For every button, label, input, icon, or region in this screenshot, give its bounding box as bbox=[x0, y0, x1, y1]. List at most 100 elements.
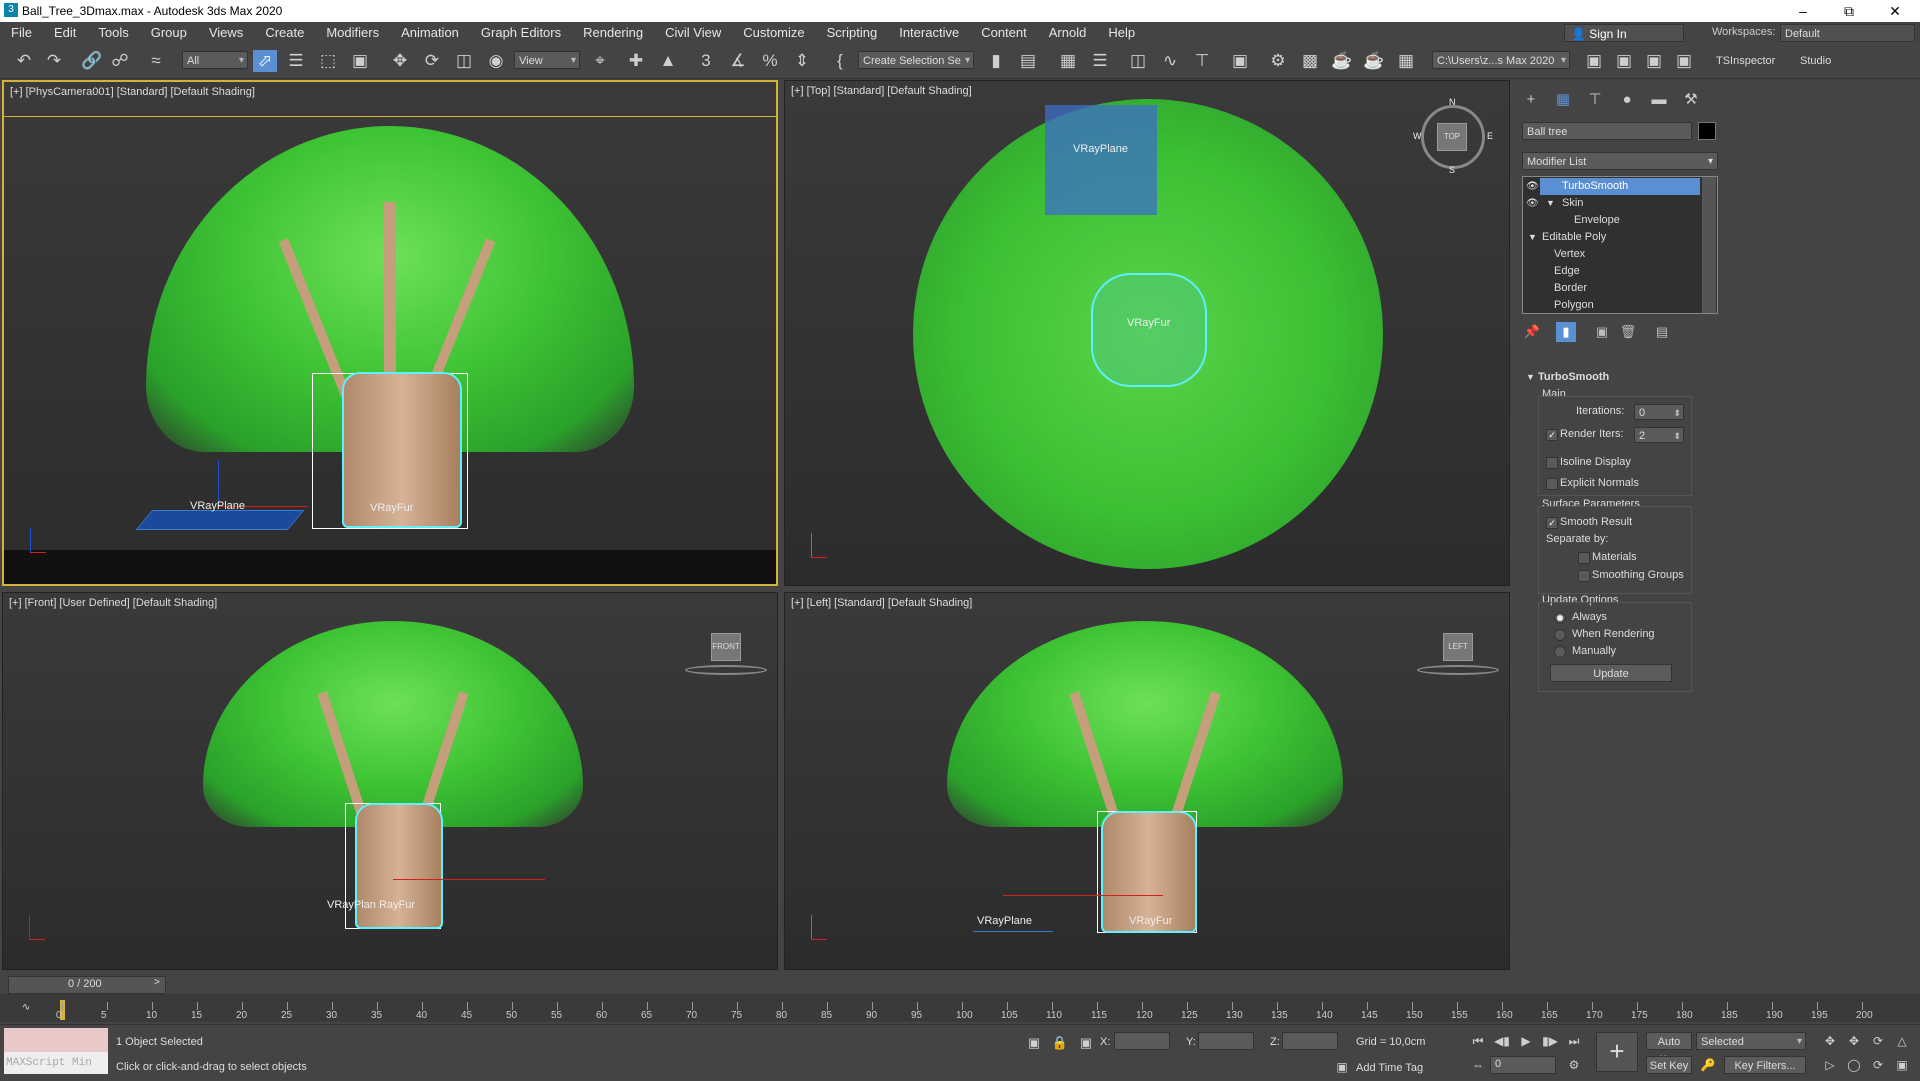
keyboard-shortcut-icon[interactable]: ▲ bbox=[656, 50, 680, 72]
viewcube[interactable]: TOP bbox=[1437, 123, 1467, 151]
menu-help[interactable]: Help bbox=[1097, 22, 1146, 44]
render-iters-spinner[interactable]: 2 bbox=[1634, 427, 1684, 444]
field-of-view-icon[interactable]: △ bbox=[1890, 1030, 1914, 1052]
container-open-icon[interactable]: ▣ bbox=[1612, 50, 1636, 72]
undo-icon[interactable]: ↶ bbox=[12, 50, 36, 72]
minimize-button[interactable]: – bbox=[1780, 0, 1826, 22]
make-unique-icon[interactable]: ▣ bbox=[1592, 322, 1612, 342]
menu-graph-editors[interactable]: Graph Editors bbox=[470, 22, 572, 44]
zoom-all-icon[interactable]: ✥ bbox=[1842, 1030, 1866, 1052]
container-update-icon[interactable]: ▣ bbox=[1672, 50, 1696, 72]
vrayplane-object[interactable] bbox=[1045, 105, 1157, 215]
viewport-front[interactable]: [+] [Front] [User Defined] [Default Shad… bbox=[2, 592, 778, 970]
restore-button[interactable]: ⧉ bbox=[1826, 0, 1872, 22]
menu-civil-view[interactable]: Civil View bbox=[654, 22, 732, 44]
stack-item-skin[interactable]: Skin bbox=[1562, 195, 1583, 212]
show-end-result-icon[interactable]: ▮ bbox=[1556, 322, 1576, 342]
window-crossing-icon[interactable]: ▣ bbox=[348, 50, 372, 72]
smooth-result-checkbox[interactable]: ✓ bbox=[1546, 517, 1558, 529]
play-icon[interactable]: ▶ bbox=[1514, 1030, 1538, 1052]
menu-modifiers[interactable]: Modifiers bbox=[315, 22, 390, 44]
scale-icon[interactable]: ◫ bbox=[452, 50, 476, 72]
key-filter-icon[interactable]: 🔑 bbox=[1696, 1054, 1720, 1076]
render-iterative-icon[interactable]: ☕ bbox=[1362, 50, 1386, 72]
modifier-list-dropdown[interactable]: Modifier List bbox=[1522, 152, 1718, 171]
vrayplane-object[interactable] bbox=[973, 931, 1053, 932]
isolate-selection-icon[interactable]: ▣ bbox=[1022, 1032, 1046, 1054]
pin-stack-icon[interactable]: 📌 bbox=[1522, 322, 1542, 342]
schematic-view-icon[interactable]: ⊤ bbox=[1190, 50, 1214, 72]
align-icon[interactable]: ▤ bbox=[1016, 50, 1040, 72]
stack-item-envelope[interactable]: Envelope bbox=[1574, 212, 1620, 229]
curve-editor-icon[interactable]: ∿ bbox=[1158, 50, 1182, 72]
key-mode-toggle-icon[interactable]: ⇔ bbox=[1466, 1054, 1490, 1076]
time-tag-icon[interactable]: ▣ bbox=[1330, 1056, 1354, 1078]
key-filters-button[interactable]: Key Filters... bbox=[1724, 1056, 1806, 1074]
zoom-icon[interactable]: ✥ bbox=[1818, 1030, 1842, 1052]
time-config-icon[interactable]: ⚙ bbox=[1562, 1054, 1586, 1076]
select-by-name-icon[interactable]: ☰ bbox=[284, 50, 308, 72]
utilities-tab-icon[interactable]: ⚒ bbox=[1680, 90, 1702, 110]
menu-interactive[interactable]: Interactive bbox=[888, 22, 970, 44]
update-manually-radio[interactable] bbox=[1554, 646, 1566, 658]
expand-arrow-icon[interactable]: ▼ bbox=[1528, 229, 1537, 246]
add-time-tag-button[interactable]: Add Time Tag bbox=[1356, 1062, 1423, 1074]
viewport-left[interactable]: [+] [Left] [Standard] [Default Shading] … bbox=[784, 592, 1510, 970]
expand-arrow-icon[interactable]: ▼ bbox=[1546, 195, 1555, 212]
menu-arnold[interactable]: Arnold bbox=[1038, 22, 1098, 44]
x-coord-field[interactable] bbox=[1114, 1032, 1170, 1050]
named-selection-dropdown[interactable]: Create Selection Se bbox=[858, 51, 974, 70]
rendered-frame-icon[interactable]: ▩ bbox=[1298, 50, 1322, 72]
z-coord-field[interactable] bbox=[1282, 1032, 1338, 1050]
tsinspector-button[interactable]: TSInspector bbox=[1716, 55, 1775, 67]
viewcube[interactable]: LEFT bbox=[1443, 633, 1473, 661]
update-always-radio[interactable] bbox=[1554, 612, 1566, 624]
menu-scripting[interactable]: Scripting bbox=[816, 22, 889, 44]
move-icon[interactable]: ✥ bbox=[388, 50, 412, 72]
menu-group[interactable]: Group bbox=[140, 22, 198, 44]
vrayplane-object[interactable] bbox=[135, 510, 305, 530]
rotate-icon[interactable]: ⟳ bbox=[420, 50, 444, 72]
menu-rendering[interactable]: Rendering bbox=[572, 22, 654, 44]
explicit-normals-checkbox[interactable] bbox=[1546, 478, 1558, 490]
select-object-icon[interactable]: ⬀ bbox=[253, 50, 277, 72]
lock-selection-icon[interactable]: 🔒 bbox=[1048, 1032, 1072, 1054]
set-keys-big-button[interactable]: + bbox=[1596, 1032, 1638, 1072]
viewport-top-label[interactable]: [+] [Top] [Standard] [Default Shading] bbox=[791, 85, 972, 97]
pan-icon[interactable]: ▷ bbox=[1818, 1054, 1842, 1076]
render-iters-checkbox[interactable]: ✓ bbox=[1546, 429, 1558, 441]
viewcube[interactable]: FRONT bbox=[711, 633, 741, 661]
project-folder-dropdown[interactable]: C:\Users\z...s Max 2020 bbox=[1432, 51, 1570, 70]
prev-frame-icon[interactable]: ◀▮ bbox=[1490, 1030, 1514, 1052]
pivot-center-icon[interactable]: ⌖ bbox=[588, 50, 612, 72]
hierarchy-tab-icon[interactable]: ⊤ bbox=[1584, 90, 1606, 110]
absolute-mode-icon[interactable]: ▣ bbox=[1074, 1032, 1098, 1054]
render-cloud-icon[interactable]: ▦ bbox=[1394, 50, 1418, 72]
placement-icon[interactable]: ◉ bbox=[484, 50, 508, 72]
link-icon[interactable]: 🔗 bbox=[80, 50, 104, 72]
eye-icon[interactable]: 👁 bbox=[1526, 178, 1539, 195]
smoothing-groups-checkbox[interactable] bbox=[1578, 570, 1590, 582]
motion-tab-icon[interactable]: ● bbox=[1616, 90, 1638, 110]
workspaces-dropdown[interactable]: Default bbox=[1780, 24, 1915, 42]
iterations-spinner[interactable]: 0 bbox=[1634, 404, 1684, 421]
bind-spacewarp-icon[interactable]: ≈ bbox=[144, 50, 168, 72]
container-close-icon[interactable]: ▣ bbox=[1642, 50, 1666, 72]
menu-views[interactable]: Views bbox=[198, 22, 254, 44]
create-tab-icon[interactable]: + bbox=[1520, 90, 1542, 110]
auto-key-button[interactable]: Auto Key bbox=[1646, 1032, 1692, 1066]
stack-item-turbosmooth[interactable]: TurboSmooth bbox=[1540, 178, 1700, 195]
update-button[interactable]: Update bbox=[1550, 664, 1672, 682]
stack-item-edge[interactable]: Edge bbox=[1554, 263, 1580, 280]
stack-item-border[interactable]: Border bbox=[1554, 280, 1587, 297]
update-when-rendering-radio[interactable] bbox=[1554, 629, 1566, 641]
object-color-swatch[interactable] bbox=[1698, 122, 1716, 140]
configure-sets-icon[interactable]: ▤ bbox=[1652, 322, 1672, 342]
viewport-front-label[interactable]: [+] [Front] [User Defined] [Default Shad… bbox=[9, 597, 217, 609]
display-tab-icon[interactable]: ▬ bbox=[1648, 90, 1670, 110]
scene-explorer-icon[interactable]: ▦ bbox=[1056, 50, 1080, 72]
maxscript-mini-input[interactable]: MAXScript Min bbox=[4, 1052, 108, 1074]
edit-named-sets-icon[interactable]: { bbox=[828, 50, 852, 72]
current-frame-field[interactable]: 0 bbox=[1490, 1056, 1556, 1074]
viewport-left-label[interactable]: [+] [Left] [Standard] [Default Shading] bbox=[791, 597, 972, 609]
